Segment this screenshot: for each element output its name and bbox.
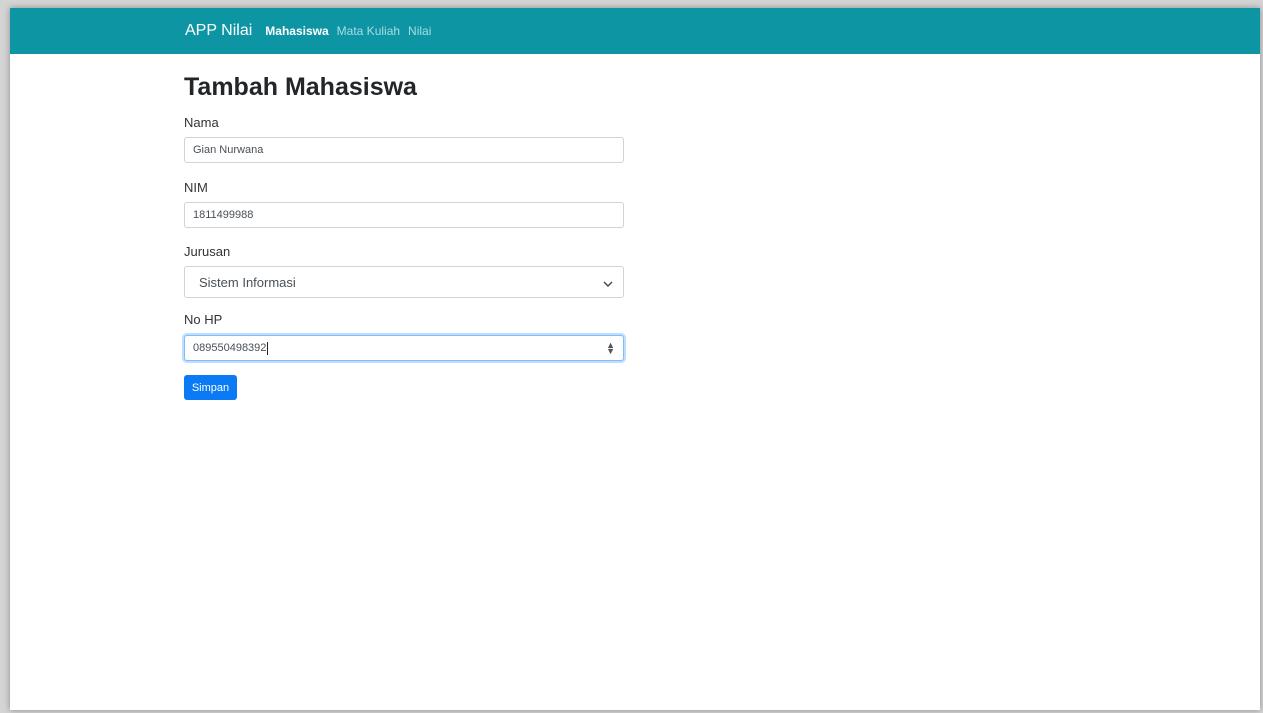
nama-input-value: Gian Nurwana <box>193 144 264 156</box>
nim-label: NIM <box>184 180 208 195</box>
chevron-down-icon <box>603 275 613 290</box>
nim-input-value: 1811499988 <box>193 209 254 221</box>
nama-input[interactable]: Gian Nurwana <box>184 137 624 163</box>
nav-link-nilai[interactable]: Nilai <box>408 25 431 37</box>
brand-link[interactable]: APP Nilai <box>185 23 252 39</box>
nav-link-mata-kuliah[interactable]: Mata Kuliah <box>337 25 400 37</box>
nama-label: Nama <box>184 115 219 130</box>
page-title: Tambah Mahasiswa <box>184 73 417 101</box>
text-cursor <box>267 341 269 355</box>
no-hp-label: No HP <box>184 312 223 327</box>
form-container: Tambah Mahasiswa Nama Gian Nurwana NIM 1… <box>184 54 624 400</box>
no-hp-input[interactable]: 089550498392 ▲ ▼ <box>184 335 624 361</box>
nim-input[interactable]: 1811499988 <box>184 202 624 228</box>
jurusan-select[interactable]: Sistem Informasi <box>184 266 624 298</box>
spinner-arrows-icon[interactable]: ▲ ▼ <box>606 341 615 356</box>
jurusan-label: Jurusan <box>184 244 231 259</box>
no-hp-input-value: 089550498392 <box>193 342 267 354</box>
nav-link-mahasiswa[interactable]: Mahasiswa <box>265 25 328 37</box>
top-navbar: APP Nilai Mahasiswa Mata Kuliah Nilai <box>10 8 1260 54</box>
simpan-button[interactable]: Simpan <box>184 375 237 400</box>
browser-viewport: APP Nilai Mahasiswa Mata Kuliah Nilai Ta… <box>10 8 1260 710</box>
jurusan-selected-value: Sistem Informasi <box>199 274 296 290</box>
